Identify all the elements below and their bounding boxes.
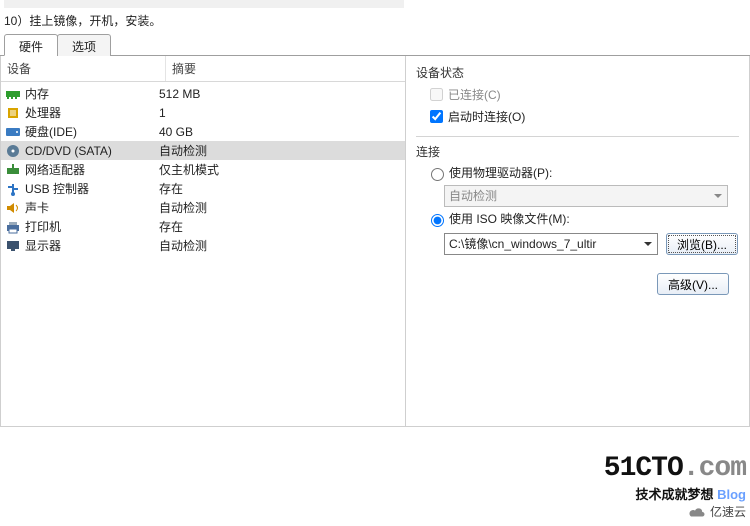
- advanced-button[interactable]: 高级(V)...: [657, 273, 729, 295]
- usb-icon: [5, 181, 21, 197]
- connection-group-title: 连接: [416, 143, 739, 160]
- device-row-net[interactable]: 网络适配器 仅主机模式: [1, 160, 405, 179]
- tab-options[interactable]: 选项: [57, 34, 111, 56]
- settings-panel: 设备 摘要 内存 512 MB 处理器 1 硬盘(IDE) 40 GB CD/DVD (SA…: [0, 56, 750, 427]
- iso-label: 使用 ISO 映像文件(M):: [449, 210, 570, 227]
- device-row-hdd[interactable]: 硬盘(IDE) 40 GB: [1, 122, 405, 141]
- connected-checkbox-input: [430, 88, 443, 101]
- device-row-display[interactable]: 显示器 自动检测: [1, 236, 405, 255]
- device-row-cd[interactable]: CD/DVD (SATA) 自动检测: [1, 141, 405, 160]
- device-summary: 存在: [157, 218, 401, 235]
- device-summary: 存在: [157, 180, 401, 197]
- status-group-title: 设备状态: [416, 64, 739, 81]
- watermark-51cto: 51CTO.com: [604, 453, 746, 484]
- device-name: USB 控制器: [25, 180, 89, 197]
- tab-hardware[interactable]: 硬件: [4, 34, 58, 56]
- tab-bar: 硬件 选项: [0, 33, 750, 56]
- watermark: 51CTO.com 技术成就梦想 Blog 亿速云: [604, 453, 746, 520]
- device-rows: 内存 512 MB 处理器 1 硬盘(IDE) 40 GB CD/DVD (SATA) 自动检…: [1, 82, 405, 426]
- iso-radio-input[interactable]: [431, 214, 444, 227]
- device-row-sound[interactable]: 声卡 自动检测: [1, 198, 405, 217]
- device-row-memory[interactable]: 内存 512 MB: [1, 84, 405, 103]
- device-name: 处理器: [25, 104, 61, 121]
- browse-button[interactable]: 浏览(B)...: [666, 233, 738, 255]
- device-name: 打印机: [25, 218, 61, 235]
- device-name: 内存: [25, 85, 49, 102]
- separator: [416, 136, 739, 137]
- device-summary: 512 MB: [157, 87, 401, 101]
- page-caption: 10）挂上镜像，开机，安装。: [0, 10, 750, 33]
- col-device[interactable]: 设备: [1, 56, 166, 81]
- hdd-icon: [5, 124, 21, 140]
- memory-icon: [5, 86, 21, 102]
- device-name: 显示器: [25, 237, 61, 254]
- device-table-header: 设备 摘要: [1, 56, 405, 82]
- top-strip: [4, 0, 404, 8]
- device-row-printer[interactable]: 打印机 存在: [1, 217, 405, 236]
- physical-drive-label: 使用物理驱动器(P):: [449, 164, 552, 181]
- physical-drive-radio-input[interactable]: [431, 168, 444, 181]
- device-summary: 自动检测: [157, 142, 401, 159]
- net-icon: [5, 162, 21, 178]
- iso-path-combo[interactable]: C:\镜像\cn_windows_7_ultir: [444, 233, 658, 255]
- device-detail-pane: 设备状态 已连接(C) 启动时连接(O) 连接 使用物理驱动器(P):: [406, 56, 749, 426]
- poweron-checkbox-input[interactable]: [430, 110, 443, 123]
- poweron-checkbox-label: 启动时连接(O): [448, 108, 525, 125]
- col-summary[interactable]: 摘要: [166, 56, 405, 81]
- connected-checkbox[interactable]: 已连接(C): [426, 85, 739, 104]
- device-name: 网络适配器: [25, 161, 85, 178]
- device-row-cpu[interactable]: 处理器 1: [1, 103, 405, 122]
- device-summary: 仅主机模式: [157, 161, 401, 178]
- poweron-checkbox[interactable]: 启动时连接(O): [426, 107, 739, 126]
- cpu-icon: [5, 105, 21, 121]
- physical-drive-radio[interactable]: 使用物理驱动器(P):: [426, 164, 739, 181]
- device-summary: 40 GB: [157, 125, 401, 139]
- iso-radio[interactable]: 使用 ISO 映像文件(M):: [426, 210, 739, 227]
- cd-icon: [5, 143, 21, 159]
- display-icon: [5, 238, 21, 254]
- device-summary: 1: [157, 106, 401, 120]
- device-list-pane: 设备 摘要 内存 512 MB 处理器 1 硬盘(IDE) 40 GB CD/DVD (SA…: [1, 56, 406, 426]
- device-name: 声卡: [25, 199, 49, 216]
- printer-icon: [5, 219, 21, 235]
- device-summary: 自动检测: [157, 237, 401, 254]
- device-name: CD/DVD (SATA): [25, 144, 112, 158]
- connected-checkbox-label: 已连接(C): [448, 86, 501, 103]
- sound-icon: [5, 200, 21, 216]
- physical-drive-select: 自动检测: [444, 185, 728, 207]
- device-row-usb[interactable]: USB 控制器 存在: [1, 179, 405, 198]
- watermark-cloud: 亿速云: [604, 503, 746, 520]
- device-summary: 自动检测: [157, 199, 401, 216]
- watermark-sub: 技术成就梦想 Blog: [604, 484, 746, 503]
- device-name: 硬盘(IDE): [25, 123, 77, 140]
